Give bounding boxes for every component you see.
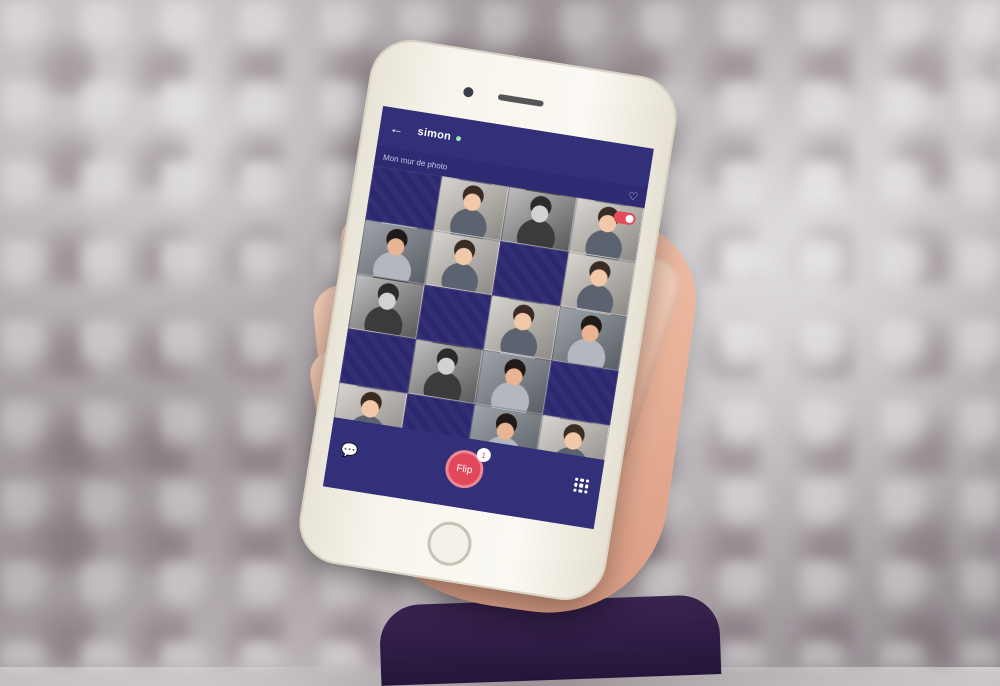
heart-icon[interactable]: ♡ xyxy=(627,189,639,203)
app-screen: ← simon Mon mur de photo ♡ 💬 Flip 1 xyxy=(322,105,654,530)
grid-icon[interactable] xyxy=(573,477,590,494)
speaker-grill xyxy=(497,93,544,107)
back-arrow-icon[interactable]: ← xyxy=(389,119,405,137)
chat-icon[interactable]: 💬 xyxy=(340,441,360,461)
home-button[interactable] xyxy=(424,518,475,569)
front-camera-icon xyxy=(462,86,475,98)
visibility-toggle[interactable] xyxy=(612,210,637,226)
online-status-icon xyxy=(455,135,462,142)
page-title: simon xyxy=(416,125,453,143)
flip-label: Flip xyxy=(455,462,474,476)
